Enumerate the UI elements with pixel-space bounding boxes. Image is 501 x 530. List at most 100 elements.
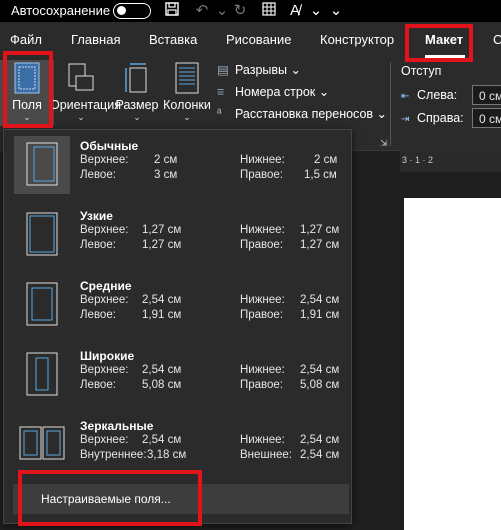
dialog-launcher-icon[interactable]: ⇲ — [380, 138, 388, 149]
hyphenation-button[interactable]: ª Расстановка переносов ⌄ — [217, 106, 387, 121]
tab-home[interactable]: Главная — [71, 32, 120, 47]
margin-value: 1,27 см — [142, 239, 182, 251]
chevron-down-icon: ⌄ — [183, 112, 191, 122]
spelling-dropdown-icon[interactable]: ⌄ — [306, 1, 326, 21]
line-numbers-label: Номера строк — [235, 85, 316, 99]
orientation-button[interactable]: Ориентация ⌄ — [50, 60, 121, 126]
margin-value: 2,54 см — [300, 364, 340, 376]
margin-key: Нижнее: — [240, 434, 285, 446]
margin-value: 5,08 см — [300, 379, 340, 391]
margin-value: 1,27 см — [300, 224, 340, 236]
indent-title: Отступ — [401, 64, 442, 78]
margin-value: 2,54 см — [142, 364, 182, 376]
margin-key: Внутреннее: — [80, 449, 147, 461]
margin-preset-moderate[interactable]: Средние Верхнее: 2,54 см Нижнее: 2,54 см… — [4, 270, 351, 340]
margin-preset-narrow[interactable]: Узкие Верхнее: 1,27 см Нижнее: 1,27 см Л… — [4, 200, 351, 270]
customize-qat-icon[interactable]: ⌄ — [326, 1, 346, 21]
margin-key: Верхнее: — [80, 434, 129, 446]
margin-value: 2 см — [314, 154, 338, 166]
chevron-down-icon: ⌄ — [77, 112, 85, 122]
margin-preset-wide[interactable]: Широкие Верхнее: 2,54 см Нижнее: 2,54 см… — [4, 340, 351, 410]
margin-key: Верхнее: — [80, 154, 129, 166]
horizontal-ruler: 3 · 1 · 2 — [400, 150, 501, 172]
line-numbers-button[interactable]: ≡ Номера строк ⌄ — [217, 84, 329, 99]
columns-label: Колонки — [163, 98, 211, 112]
save-icon[interactable] — [162, 1, 182, 21]
margin-preview-icon — [26, 352, 58, 396]
margin-key: Верхнее: — [80, 294, 129, 306]
margin-value: 3 см — [154, 169, 178, 181]
tab-draw[interactable]: Рисование — [226, 32, 291, 47]
margin-preview-icon — [26, 282, 58, 326]
margin-key: Правое: — [240, 239, 284, 251]
redo-icon[interactable]: ↻ — [230, 1, 250, 21]
margin-key: Левое: — [80, 379, 116, 391]
hyphenation-icon: ª — [217, 107, 222, 121]
margin-value: 1,27 см — [142, 224, 182, 236]
hyphenation-label: Расстановка переносов — [235, 107, 374, 121]
tab-file[interactable]: Файл — [10, 32, 42, 47]
highlight-layout-tab — [405, 24, 473, 62]
margin-preset-name: Зеркальные — [80, 419, 154, 433]
margins-dropdown: Обычные Верхнее: 2 см Нижнее: 2 см Левое… — [3, 129, 352, 524]
columns-button[interactable]: Колонки ⌄ — [160, 60, 214, 126]
indent-right-icon: ⇥ — [401, 114, 410, 125]
margin-preset-normal[interactable]: Обычные Верхнее: 2 см Нижнее: 2 см Левое… — [4, 130, 351, 200]
undo-icon[interactable]: ↶ — [192, 1, 212, 21]
breaks-label: Разрывы — [235, 63, 288, 77]
margin-value: 2,54 см — [300, 294, 340, 306]
margin-value: 2,54 см — [142, 434, 182, 446]
margin-preview-icon — [26, 142, 58, 186]
orientation-label: Ориентация — [50, 98, 121, 112]
tab-references[interactable]: С — [493, 32, 501, 47]
spelling-icon[interactable]: A̸ — [285, 1, 305, 21]
margin-preset-name: Узкие — [80, 209, 113, 223]
margin-key: Нижнее: — [240, 224, 285, 236]
margin-value: 1,27 см — [300, 239, 340, 251]
margin-key: Правое: — [240, 379, 284, 391]
table-icon[interactable] — [259, 1, 279, 21]
indent-left-label: Слева: — [417, 88, 458, 102]
margin-key: Правое: — [240, 169, 284, 181]
undo-dropdown-icon[interactable]: ⌄ — [212, 1, 232, 21]
margin-key: Нижнее: — [240, 294, 285, 306]
indent-right-label: Справа: — [417, 111, 464, 125]
group-separator — [390, 62, 391, 146]
margin-value: 1,91 см — [142, 309, 182, 321]
margin-preset-name: Обычные — [80, 139, 139, 153]
margin-value: 5,08 см — [142, 379, 182, 391]
tab-design[interactable]: Конструктор — [320, 32, 394, 47]
document-page[interactable] — [404, 198, 501, 530]
margin-value: 2 см — [154, 154, 178, 166]
size-button[interactable]: Размер ⌄ — [113, 60, 161, 126]
breaks-icon: ▤ — [217, 63, 229, 77]
autosave-label: Автосохранение — [11, 3, 111, 18]
margin-value: 2,54 см — [142, 294, 182, 306]
columns-icon — [175, 62, 199, 94]
indent-left-row: ⇤ Слева: — [401, 88, 457, 102]
line-numbers-icon: ≡ — [217, 85, 225, 99]
tab-insert[interactable]: Вставка — [149, 32, 197, 47]
margin-key: Верхнее: — [80, 224, 129, 236]
margin-preset-name: Широкие — [80, 349, 135, 363]
margin-key: Нижнее: — [240, 154, 285, 166]
breaks-button[interactable]: ▤ Разрывы ⌄ — [217, 62, 301, 77]
margin-value: 1,91 см — [300, 309, 340, 321]
margin-preview-icon — [19, 426, 65, 460]
margin-value: 2,54 см — [300, 449, 340, 461]
margin-key: Правое: — [240, 309, 284, 321]
indent-left-icon: ⇤ — [401, 91, 410, 102]
margin-preset-name: Средние — [80, 279, 132, 293]
margin-key: Левое: — [80, 239, 116, 251]
highlight-margins-button — [3, 51, 53, 128]
indent-right-input[interactable]: 0 см — [472, 108, 501, 128]
title-bar: Автосохранение ↶ ⌄ ↻ A̸ ⌄ ⌄ — [0, 0, 501, 22]
indent-left-input[interactable]: 0 см — [472, 85, 501, 105]
margin-value: 3,18 см — [147, 449, 187, 461]
margin-preview-icon — [26, 212, 58, 256]
toggle-knob — [117, 6, 126, 15]
ruler-ticks: 3 · 1 · 2 — [402, 155, 434, 165]
chevron-down-icon: ⌄ — [133, 112, 141, 122]
highlight-custom-margins — [18, 470, 202, 526]
autosave-toggle[interactable] — [113, 3, 151, 19]
